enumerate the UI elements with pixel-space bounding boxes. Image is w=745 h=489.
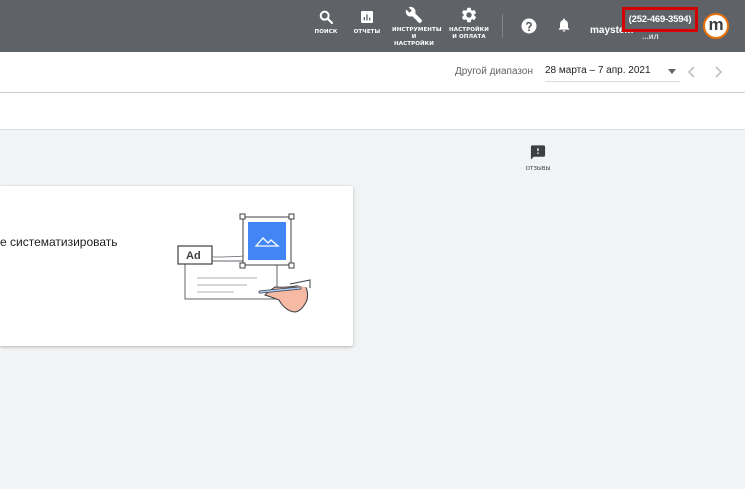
search-button[interactable]: поиск (312, 7, 340, 36)
avatar-letter: m (708, 15, 724, 34)
help-button[interactable] (518, 15, 540, 37)
avatar[interactable]: m (703, 13, 729, 39)
billing-settings-label: настройки и оплата (449, 27, 489, 40)
toolbar-divider (502, 14, 503, 38)
secondary-toolbar (0, 93, 745, 130)
date-range-value: 28 марта – 7 апр. 2021 (545, 65, 651, 76)
ad-illustration: Ad (177, 213, 311, 313)
date-range-select[interactable]: 28 марта – 7 апр. 2021 (545, 62, 680, 82)
dropdown-caret-icon (668, 69, 676, 74)
bell-icon (558, 18, 570, 32)
chevron-right-icon (715, 66, 723, 78)
search-label: поиск (314, 29, 338, 35)
wrench-icon (404, 5, 424, 25)
date-range-label: Другой диапазон (455, 66, 533, 77)
promo-card: е систематизировать Ad (0, 186, 353, 346)
top-app-bar: поиск отчеты инструменты и настройки нас… (0, 0, 745, 52)
gear-icon (459, 5, 479, 25)
chevron-left-icon (687, 66, 695, 78)
help-icon (521, 18, 537, 34)
next-period-button[interactable] (711, 64, 725, 80)
reports-label: отчеты (353, 29, 381, 35)
image-placeholder-icon (248, 222, 286, 260)
promo-card-text: е систематизировать (0, 235, 118, 249)
reports-icon (357, 7, 377, 27)
feedback-icon (530, 145, 546, 160)
ad-tag-label: Ad (186, 250, 201, 262)
date-range-bar: Другой диапазон 28 марта – 7 апр. 2021 (0, 52, 745, 92)
customer-id: (252-469-3594) (628, 14, 692, 25)
customer-id-highlight: (252-469-3594) (622, 7, 698, 32)
billing-settings-button[interactable]: настройки и оплата (447, 5, 491, 41)
reports-button[interactable]: отчеты (351, 7, 383, 36)
notifications-button[interactable] (553, 14, 575, 36)
feedback-label: отзывы (525, 166, 551, 172)
feedback-button[interactable]: отзывы (520, 144, 556, 172)
search-icon (316, 7, 336, 27)
previous-period-button[interactable] (685, 64, 699, 80)
account-email-fragment: ...ил (642, 32, 659, 41)
tools-label: инструменты и настройки (392, 27, 442, 47)
tools-button[interactable]: инструменты и настройки (392, 5, 442, 48)
